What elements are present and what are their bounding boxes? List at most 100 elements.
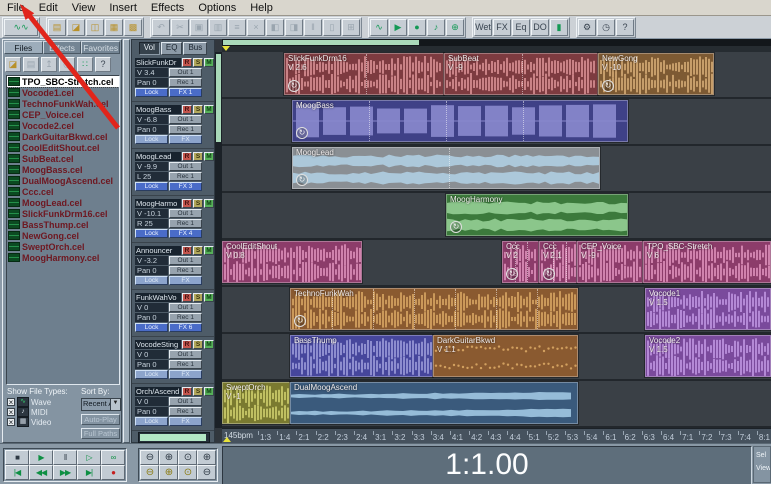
track-volume-field[interactable]: V -9.9: [135, 162, 168, 171]
copy-button[interactable]: ▣: [190, 19, 208, 36]
fx-button[interactable]: FX: [169, 370, 202, 379]
track-volume-field[interactable]: V -3.2: [135, 256, 168, 265]
track-pan-field[interactable]: Pan 0: [135, 125, 168, 134]
output-device-button[interactable]: Out 1: [169, 303, 202, 312]
zoom-in-horizontal-button[interactable]: ⊕: [159, 450, 178, 465]
clip-cep-voice[interactable]: CEP_VoiceV -9: [577, 241, 643, 283]
tab-files[interactable]: Files: [4, 41, 43, 54]
menu-file[interactable]: File: [0, 2, 32, 14]
record-device-button[interactable]: Rec 1: [169, 78, 202, 87]
fx-rack-button[interactable]: FX: [493, 19, 511, 36]
clip-cooleditshout[interactable]: CoolEditShoutV 0.8: [222, 241, 362, 283]
track-volume-field[interactable]: V 0: [135, 303, 168, 312]
mute-button[interactable]: M: [204, 387, 214, 396]
trim-button[interactable]: ◨: [285, 19, 303, 36]
record-device-button[interactable]: Rec 1: [169, 313, 202, 322]
checkbox-midi[interactable]: ×: [7, 408, 15, 416]
go-to-start-button[interactable]: |◀: [5, 465, 29, 480]
dynamics-button[interactable]: DO: [531, 19, 549, 36]
help-button[interactable]: ?: [616, 19, 634, 36]
rewind-button[interactable]: ◀◀: [29, 465, 53, 480]
stop-button[interactable]: ■: [5, 450, 29, 465]
time-display[interactable]: 1:1.00: [222, 446, 752, 484]
clip-newgong[interactable]: NewGongV -10↻: [598, 53, 714, 95]
mute-button[interactable]: M: [204, 340, 214, 349]
lock-button[interactable]: Lock: [135, 88, 168, 97]
record-device-button[interactable]: Rec 1: [169, 125, 202, 134]
clip-ccc[interactable]: CccV 2.1↻: [539, 241, 577, 283]
clip-bassthump[interactable]: BassThump: [290, 335, 433, 377]
overdub-button[interactable]: ●: [408, 19, 426, 36]
record-device-button[interactable]: Rec 1: [169, 219, 202, 228]
record-arm-button[interactable]: R: [182, 199, 192, 208]
solo-button[interactable]: S: [193, 340, 203, 349]
save-as-button[interactable]: ▩: [124, 19, 142, 36]
fx-button[interactable]: FX 3: [169, 182, 202, 191]
split-button[interactable]: ‖: [304, 19, 322, 36]
punch-in-button[interactable]: ▶: [389, 19, 407, 36]
fx-button[interactable]: FX 4: [169, 229, 202, 238]
track-pan-field[interactable]: L 25: [135, 172, 168, 181]
mute-button[interactable]: M: [204, 199, 214, 208]
tab-eq[interactable]: EQ: [161, 42, 183, 55]
close-file-button[interactable]: ▤: [23, 57, 39, 72]
solo-button[interactable]: S: [193, 293, 203, 302]
lock-button[interactable]: Lock: [135, 276, 168, 285]
checkbox-wave[interactable]: ×: [7, 398, 15, 406]
file-item[interactable]: CoolEditShout.cel: [7, 142, 119, 153]
playhead-marker-icon[interactable]: [222, 46, 230, 51]
undo-button[interactable]: ↶: [152, 19, 170, 36]
zoom-out-vertical-button[interactable]: ⊙: [178, 465, 197, 480]
clip-ccc[interactable]: CccV 2↻: [502, 241, 539, 283]
paste-button[interactable]: ▥: [209, 19, 227, 36]
menu-insert[interactable]: Insert: [102, 2, 144, 14]
clip-subbeat[interactable]: SubBeatV -9: [444, 53, 598, 95]
track-pan-field[interactable]: Pan 0: [135, 313, 168, 322]
track-name[interactable]: MoogHarmo: [135, 199, 181, 208]
solo-button[interactable]: S: [193, 246, 203, 255]
go-to-end-button[interactable]: ▶|: [77, 465, 101, 480]
mute-button[interactable]: M: [204, 58, 214, 67]
loop-duplicate-button[interactable]: ∿: [370, 19, 388, 36]
output-device-button[interactable]: Out 1: [169, 162, 202, 171]
zero-crossing-button[interactable]: ⊕: [446, 19, 464, 36]
fx-button[interactable]: FX 6: [169, 323, 202, 332]
play-looped-button[interactable]: ▷: [77, 450, 101, 465]
properties-button[interactable]: ⊞: [342, 19, 360, 36]
fx-button[interactable]: FX: [169, 276, 202, 285]
insert-into-multitrack-button[interactable]: ↥: [41, 57, 57, 72]
zoom-in-vertical-button[interactable]: ⊕: [159, 465, 178, 480]
settings-button[interactable]: ⚙: [578, 19, 596, 36]
sort-by-dropdown[interactable]: Recent Ac ▼: [81, 398, 121, 411]
open-session-button[interactable]: ◪: [67, 19, 85, 36]
file-item[interactable]: BassThump.cel: [7, 219, 119, 230]
checkbox-video[interactable]: ×: [7, 418, 15, 426]
record-arm-button[interactable]: R: [182, 246, 192, 255]
record-device-button[interactable]: Rec 1: [169, 266, 202, 275]
lock-button[interactable]: Lock: [135, 229, 168, 238]
solo-button[interactable]: S: [193, 199, 203, 208]
file-item[interactable]: SlickFunkDrm16.cel: [7, 208, 119, 219]
zoom-in-right-edge-button[interactable]: ⊕: [197, 450, 216, 465]
file-item[interactable]: SubBeat.cel: [7, 153, 119, 164]
vertical-scroll-thumb[interactable]: [216, 54, 221, 142]
file-item[interactable]: Ccc.cel: [7, 186, 119, 197]
record-arm-button[interactable]: R: [182, 387, 192, 396]
mute-button[interactable]: M: [204, 246, 214, 255]
track-pan-field[interactable]: R 25: [135, 219, 168, 228]
mute-button[interactable]: M: [204, 293, 214, 302]
fx-button[interactable]: FX 1: [169, 88, 202, 97]
lock-button[interactable]: Lock: [135, 135, 168, 144]
eq-button[interactable]: Eq: [512, 19, 530, 36]
solo-button[interactable]: S: [193, 152, 203, 161]
auto-play-button[interactable]: Auto-Play: [81, 414, 120, 425]
record-arm-button[interactable]: R: [182, 58, 192, 67]
solo-button[interactable]: S: [193, 105, 203, 114]
lock-button[interactable]: Lock: [135, 323, 168, 332]
horizontal-scroll-thumb[interactable]: [223, 40, 419, 45]
output-device-button[interactable]: Out 1: [169, 350, 202, 359]
dropdown-arrow-icon[interactable]: ▼: [110, 399, 120, 410]
file-list[interactable]: TPO_SBC-Stretch.celVocode1.celTechnoFunk…: [6, 75, 120, 385]
fx-button[interactable]: FX: [169, 135, 202, 144]
file-item[interactable]: SweptOrch.cel: [7, 241, 119, 252]
